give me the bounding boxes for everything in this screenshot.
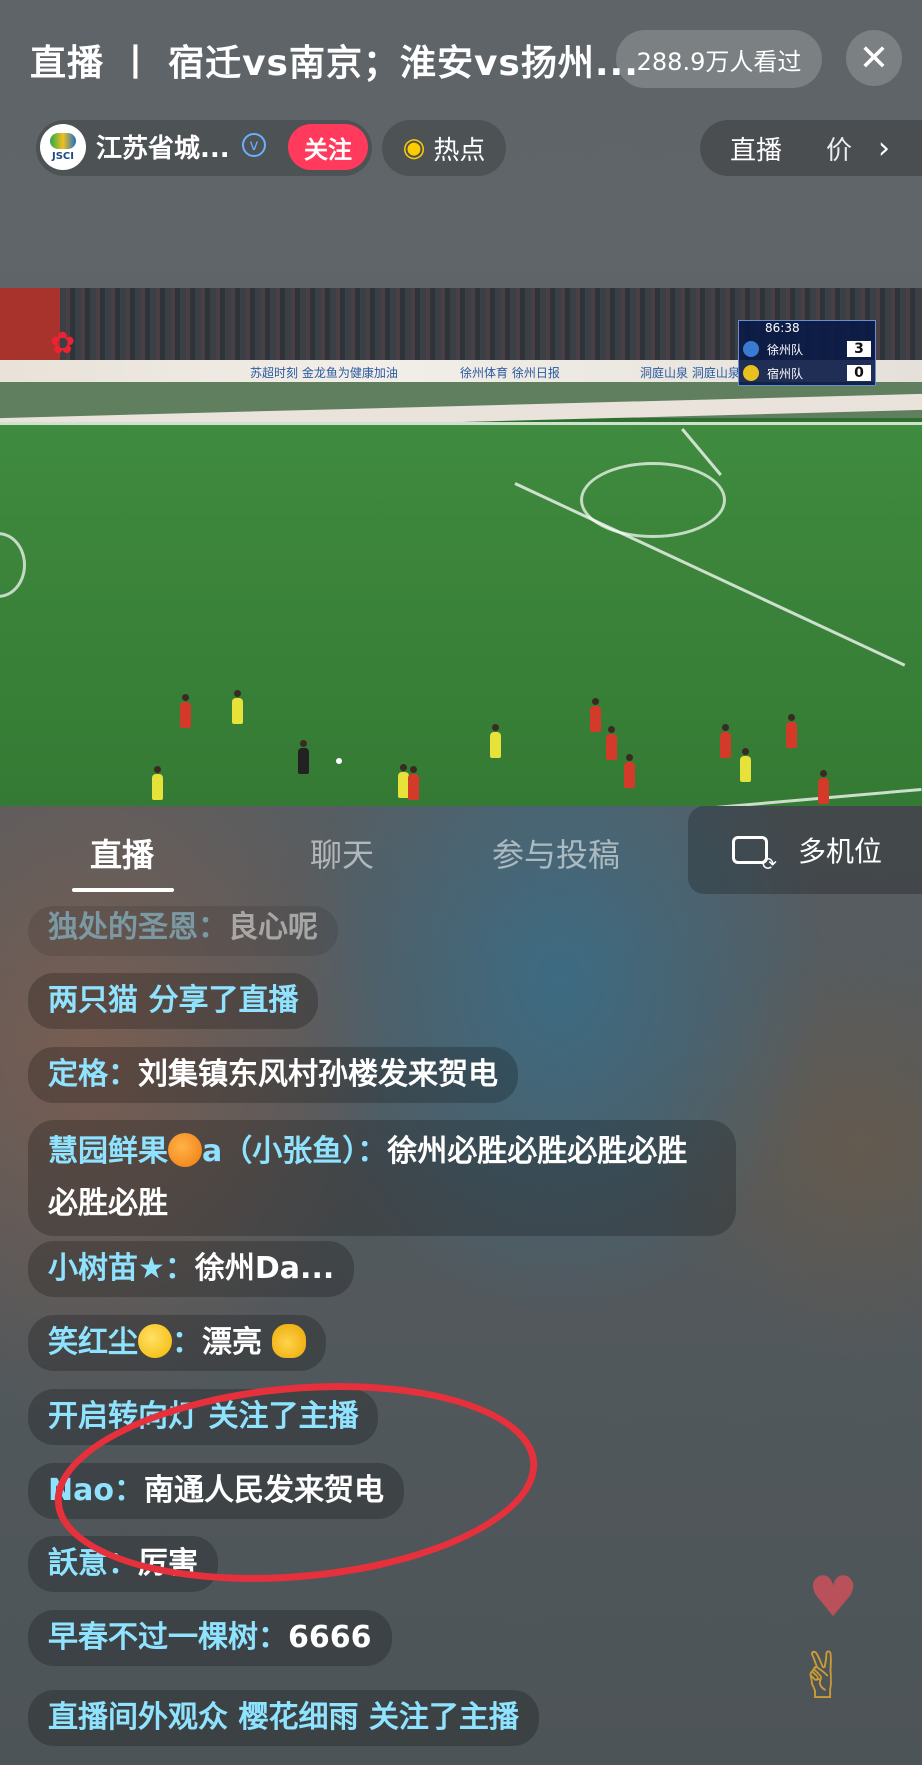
flame-icon: ◉ xyxy=(402,133,426,163)
player xyxy=(624,754,635,788)
chat-message: 慧园鲜果 a（小张鱼）：徐州必胜必胜必胜必胜必胜必胜 xyxy=(28,1120,736,1236)
rock-hand-icon[interactable]: ✌ xyxy=(796,1640,850,1714)
live-title: 直播 丨 宿迁vs南京；淮安vs扬州... xyxy=(30,43,639,84)
heart-hands-emoji-icon xyxy=(272,1323,307,1358)
orange-emoji-icon xyxy=(168,1132,202,1167)
chat-message: 两只猫 分享了直播 xyxy=(28,973,319,1029)
player xyxy=(818,770,829,804)
team2-badge xyxy=(743,365,759,381)
chat-message: 定格：刘集镇东风村孙楼发来贺电 xyxy=(28,1047,518,1103)
chat-message: 直播间外观众 樱花细雨 关注了主播 xyxy=(28,1690,539,1746)
match-time: 86:38 xyxy=(765,321,800,335)
ad-text-1: 苏超时刻 金龙鱼为健康加油 xyxy=(250,366,398,380)
player xyxy=(606,726,617,760)
tab-live[interactable]: 直播 xyxy=(90,830,154,876)
verified-icon: v xyxy=(242,133,266,157)
team2-name: 宿州队 xyxy=(767,366,804,381)
ball xyxy=(336,758,342,764)
close-icon: ✕ xyxy=(858,37,890,79)
player xyxy=(408,766,419,800)
grin-emoji-icon xyxy=(138,1323,172,1358)
chat-message: 小树苗★：徐州Da... xyxy=(28,1241,355,1297)
team1-name: 徐州队 xyxy=(767,342,804,357)
chat-message: 笑红尘 ：漂亮 xyxy=(28,1315,327,1371)
team1-score: 3 xyxy=(847,341,871,357)
tab-chat[interactable]: 聊天 xyxy=(310,830,374,876)
football-pitch xyxy=(0,422,922,806)
close-button[interactable]: ✕ xyxy=(846,30,902,86)
chevron-right-icon: › xyxy=(878,130,891,166)
scoreboard: 86:38 徐州队 3 宿州队 0 xyxy=(738,320,876,386)
follow-button[interactable]: 关注 xyxy=(288,124,368,170)
ad-text-2: 徐州体育 徐州日报 xyxy=(460,366,560,380)
team1-badge xyxy=(743,341,759,357)
player xyxy=(786,714,797,748)
multicam-button[interactable]: 多机位 xyxy=(688,806,922,894)
ad-text-3: 洞庭山泉 洞庭山泉 xyxy=(640,366,740,380)
hot-topics-button[interactable]: ◉ 热点 xyxy=(382,120,506,176)
view-count-badge: 288.9万人看过 xyxy=(616,30,822,88)
team2-score: 0 xyxy=(847,365,871,381)
referee xyxy=(298,740,309,774)
tab-submit[interactable]: 参与投稿 xyxy=(492,830,620,876)
multicam-icon xyxy=(732,836,777,875)
chat-message: 早春不过一棵树：6666 xyxy=(28,1610,392,1666)
price-label: 价 xyxy=(826,135,853,166)
player xyxy=(720,724,731,758)
chat-message: 独处的圣恩：良心呢 xyxy=(28,906,338,956)
player xyxy=(180,694,191,728)
related-live-label: 直播 xyxy=(730,135,783,166)
channel-name[interactable]: 江苏省城... xyxy=(96,128,230,165)
player xyxy=(740,748,751,782)
channel-logo[interactable]: JSCI xyxy=(40,124,86,170)
hot-label: 热点 xyxy=(433,135,486,166)
broadcaster-logo: ✿ xyxy=(50,326,76,361)
heart-icon[interactable]: ♥ xyxy=(808,1565,858,1630)
video-player[interactable]: ✿ 苏超时刻 金龙鱼为健康加油 徐州体育 徐州日报 洞庭山泉 洞庭山泉 86:3… xyxy=(0,288,922,806)
player xyxy=(232,690,243,724)
player xyxy=(590,698,601,732)
player xyxy=(490,724,501,758)
related-live-button[interactable]: 直播 价 › xyxy=(700,120,922,176)
multicam-label: 多机位 xyxy=(798,835,883,868)
player xyxy=(152,766,163,800)
tab-live-underline xyxy=(72,888,174,892)
